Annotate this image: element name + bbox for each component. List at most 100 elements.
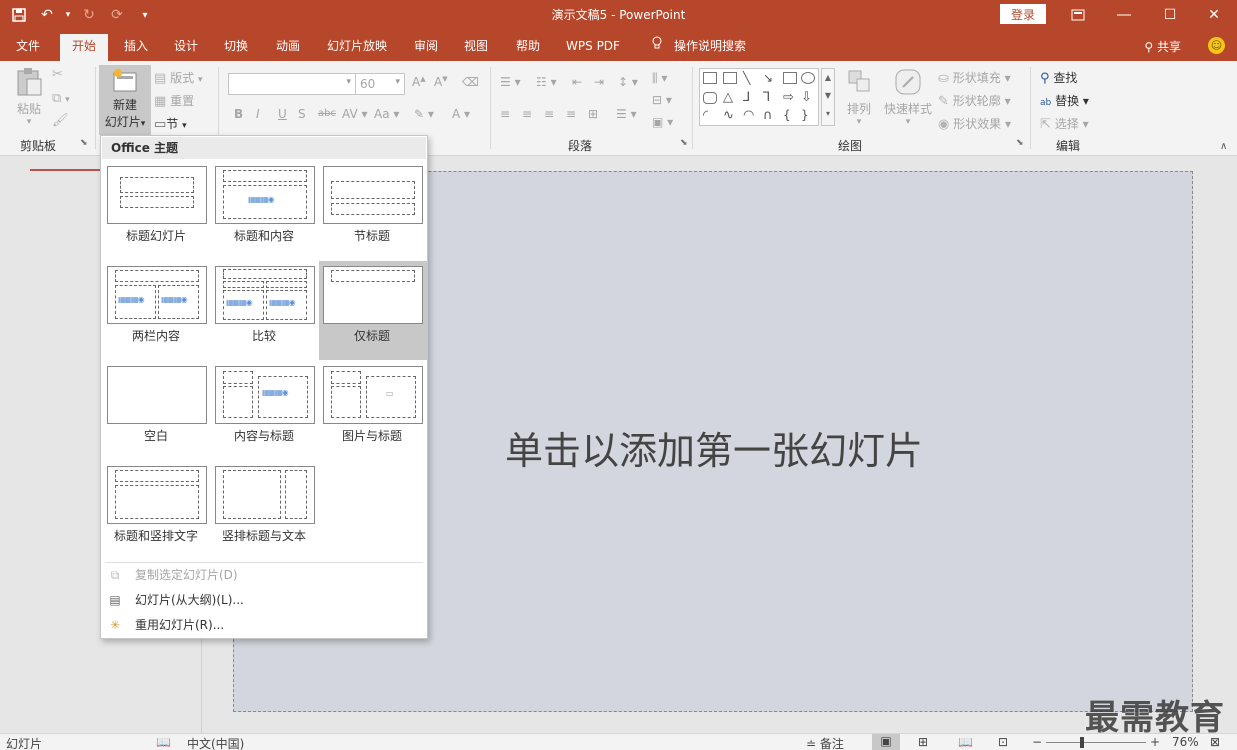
distributed-icon[interactable]: ⊞ [588, 107, 598, 121]
find-button[interactable]: ⚲ 查找 [1040, 69, 1077, 86]
shape-outline-button[interactable]: ✎ 形状轮廓 ▾ [938, 92, 1011, 109]
bullets-icon[interactable]: ☰ ▾ [500, 75, 521, 89]
columns-icon[interactable]: ☰ ▾ [616, 107, 637, 121]
tab-file[interactable]: 文件 [6, 34, 50, 61]
reuse-slides-command[interactable]: ✳ 重用幻灯片(R)... [105, 614, 425, 636]
format-painter-button[interactable]: 🖌 [52, 113, 69, 128]
tab-animations[interactable]: 动画 [266, 34, 310, 61]
decrease-font-icon[interactable]: A▼ [434, 75, 448, 89]
tab-view[interactable]: 视图 [454, 34, 498, 61]
tab-home[interactable]: 开始 [60, 34, 108, 61]
layout-two-content[interactable]: ▦▦▦◉ ▦▦▦◉ 两栏内容 [106, 263, 214, 360]
left-brace-shape-icon[interactable]: { [783, 108, 791, 122]
change-case-icon[interactable]: Aa ▾ [374, 107, 399, 121]
arrow-shape-icon[interactable]: ↘ [763, 71, 773, 85]
shape-fill-button[interactable]: ⛀ 形状填充 ▾ [938, 69, 1011, 86]
layout-vertical-title-and-text[interactable]: 竖排标题与文本 [214, 463, 322, 560]
font-name-combobox[interactable]: ▾ [228, 73, 356, 95]
decrease-indent-icon[interactable]: ⇤ [572, 75, 582, 89]
collapse-ribbon-icon[interactable]: ∧ [1220, 141, 1227, 152]
right-brace-shape-icon[interactable]: } [801, 108, 809, 122]
shapes-gallery-scroll[interactable]: ▲ ▼ ▾ [821, 68, 835, 126]
layout-blank[interactable]: 空白 [106, 363, 214, 460]
shapes-gallery[interactable]: ╲ ↘ △ ⅃ ⅂ ⇨ ⇩ ◜ ∿ ◠ ∩ { } [699, 68, 819, 126]
bold-icon[interactable]: B [234, 107, 243, 121]
oval-shape-icon[interactable] [801, 72, 815, 84]
drawing-launcher-icon[interactable]: ⬊ [1016, 138, 1024, 148]
elbow-arrow-shape-icon[interactable]: ⅂ [763, 90, 770, 105]
tab-review[interactable]: 审阅 [404, 34, 448, 61]
curve-shape-icon[interactable]: ∩ [763, 108, 773, 123]
italic-icon[interactable]: I [256, 107, 260, 121]
duplicate-slides-command[interactable]: ⧉ 复制选定幻灯片(D) [105, 564, 425, 586]
clipboard-launcher-icon[interactable]: ⬊ [80, 138, 88, 148]
triangle-shape-icon[interactable]: △ [723, 90, 733, 105]
share-button[interactable]: ⚲ 共享 [1144, 38, 1181, 55]
copy-button[interactable]: ⧉ ▾ [52, 91, 70, 106]
highlight-icon[interactable]: ✎ ▾ [414, 107, 434, 121]
font-color-icon[interactable]: A ▾ [452, 107, 470, 121]
rounded-rect-shape-icon[interactable] [703, 92, 717, 104]
down-arrow-shape-icon[interactable]: ⇩ [801, 90, 812, 105]
freeform-shape-icon[interactable]: ◜ [703, 108, 708, 123]
align-center-icon[interactable]: ≡ [522, 107, 532, 121]
vertical-scrollbar[interactable] [1223, 157, 1237, 733]
maximize-icon[interactable]: ☐ [1147, 0, 1193, 30]
spell-check-icon[interactable]: 📖 [156, 735, 171, 749]
font-size-combobox[interactable]: 60 ▾ [355, 73, 405, 95]
tab-wps-pdf[interactable]: WPS PDF [558, 34, 628, 61]
paste-button[interactable]: 粘贴 ▾ [12, 67, 46, 127]
strikethrough-icon[interactable]: abc [318, 108, 336, 119]
line-shape-icon[interactable]: ╲ [743, 71, 750, 85]
char-spacing-icon[interactable]: AV ▾ [342, 107, 368, 121]
cut-button[interactable]: ✂ [52, 67, 63, 82]
right-arrow-shape-icon[interactable]: ⇨ [783, 90, 794, 105]
login-button[interactable]: 登录 [1000, 4, 1046, 24]
underline-icon[interactable]: U [278, 107, 287, 121]
ribbon-display-options-icon[interactable] [1055, 0, 1101, 30]
layout-title-only[interactable]: 仅标题 [319, 261, 427, 360]
paragraph-launcher-icon[interactable]: ⬊ [680, 138, 688, 148]
increase-indent-icon[interactable]: ⇥ [594, 75, 604, 89]
layout-picture-with-caption[interactable]: ▭ 图片与标题 [322, 363, 430, 460]
tab-help[interactable]: 帮助 [506, 34, 550, 61]
elbow-connector-shape-icon[interactable]: ⅃ [743, 90, 750, 105]
scribble-shape-icon[interactable]: ∿ [723, 108, 734, 123]
layout-content-with-caption[interactable]: ▦▦▦◉ 内容与标题 [214, 363, 322, 460]
arrange-button[interactable]: 排列 ▾ [842, 67, 876, 127]
tab-slideshow[interactable]: 幻灯片放映 [320, 34, 394, 61]
normal-view-icon[interactable]: ▣ [872, 734, 900, 750]
arc-shape-icon[interactable]: ◠ [743, 108, 754, 123]
layout-title-and-vertical-text[interactable]: 标题和竖排文字 [106, 463, 214, 560]
slideshow-view-icon[interactable]: ⊡ [998, 735, 1008, 749]
align-left-icon[interactable]: ≡ [500, 107, 510, 121]
layout-section-header[interactable]: 节标题 [322, 163, 430, 260]
layout-button[interactable]: ▤ 版式 ▾ [154, 69, 203, 86]
layout-title-slide[interactable]: 标题幻灯片 [106, 163, 214, 260]
close-icon[interactable]: ✕ [1191, 0, 1237, 30]
tab-insert[interactable]: 插入 [114, 34, 158, 61]
layout-comparison[interactable]: ▦▦▦◉ ▦▦▦◉ 比较 [214, 263, 322, 360]
reading-view-icon[interactable]: 📖 [958, 735, 973, 749]
vertical-textbox-shape-icon[interactable] [723, 72, 737, 84]
notes-button[interactable]: ≐ 备注 [806, 735, 844, 750]
slide-sorter-icon[interactable]: ⊞ [918, 735, 928, 749]
zoom-slider[interactable] [1046, 742, 1146, 743]
reset-button[interactable]: ▦ 重置 [154, 92, 194, 109]
lightbulb-icon[interactable] [646, 34, 668, 61]
increase-font-icon[interactable]: A▲ [412, 75, 426, 89]
tab-design[interactable]: 设计 [164, 34, 208, 61]
tell-me-search[interactable]: 操作说明搜索 [670, 34, 750, 61]
text-direction-icon[interactable]: ⫼ ▾ [652, 71, 667, 86]
justify-icon[interactable]: ≡ [566, 107, 576, 121]
new-slide-button[interactable]: 新建 幻灯片▾ [99, 65, 151, 135]
select-button[interactable]: ⇱ 选择 ▾ [1040, 115, 1089, 132]
smartart-icon[interactable]: ▣ ▾ [652, 115, 673, 129]
language-indicator[interactable]: 中文(中国) [187, 735, 244, 750]
minimize-icon[interactable]: ― [1101, 0, 1147, 30]
slides-from-outline-command[interactable]: ▤ 幻灯片(从大纲)(L)... [105, 589, 425, 611]
shape-effect-button[interactable]: ◉ 形状效果 ▾ [938, 115, 1011, 132]
shadow-icon[interactable]: S [298, 107, 306, 121]
zoom-out-icon[interactable]: − [1032, 735, 1042, 749]
numbering-icon[interactable]: ☷ ▾ [536, 75, 557, 89]
